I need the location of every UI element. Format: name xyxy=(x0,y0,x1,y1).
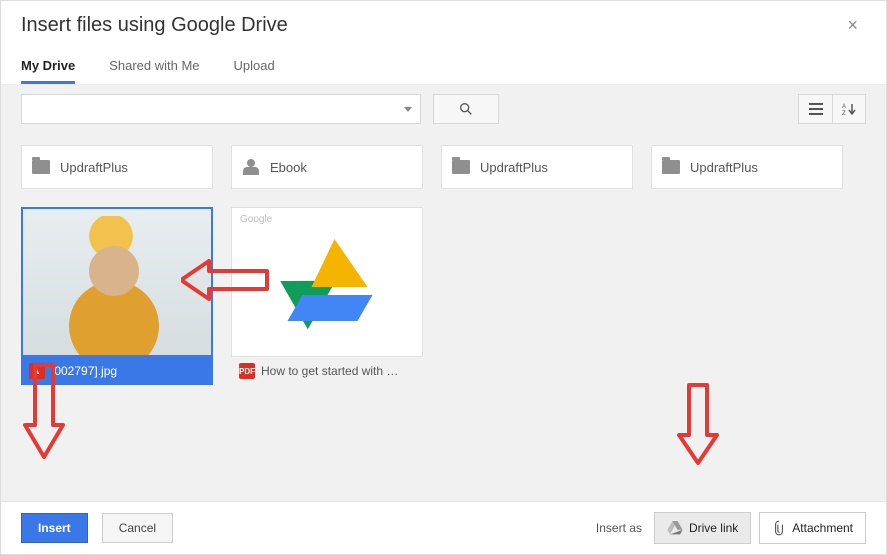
file-label: PDF How to get started with … xyxy=(231,357,423,385)
dialog-footer: Insert Cancel Insert as Drive link Attac… xyxy=(1,501,886,554)
insert-drive-dialog: Insert files using Google Drive × My Dri… xyxy=(0,0,887,555)
search-icon xyxy=(458,101,474,117)
attachment-button[interactable]: Attachment xyxy=(759,512,866,544)
annotation-arrow-down-drivelink xyxy=(673,381,723,467)
folder-card[interactable]: Ebook xyxy=(231,145,423,189)
folder-icon xyxy=(452,160,470,174)
attachment-label: Attachment xyxy=(792,521,853,535)
insert-as-group: Insert as Drive link Attachment xyxy=(596,512,866,544)
tab-upload[interactable]: Upload xyxy=(234,50,275,84)
folder-card[interactable]: UpdraftPlus xyxy=(441,145,633,189)
picker-content: UpdraftPlus Ebook UpdraftPlus UpdraftPlu… xyxy=(1,133,886,501)
list-view-button[interactable] xyxy=(798,94,832,124)
drive-logo-icon xyxy=(277,239,377,325)
search-button[interactable] xyxy=(433,94,499,124)
close-icon[interactable]: × xyxy=(839,11,866,40)
svg-text:Z: Z xyxy=(842,111,846,116)
drive-icon xyxy=(667,521,683,535)
tab-my-drive[interactable]: My Drive xyxy=(21,50,75,84)
folder-icon xyxy=(32,160,50,174)
svg-text:A: A xyxy=(842,104,846,110)
folder-name: UpdraftPlus xyxy=(60,160,128,175)
picker-toolbar: A Z xyxy=(1,85,886,133)
drive-tabs: My Drive Shared with Me Upload xyxy=(1,44,886,85)
image-file-icon: ▲ xyxy=(29,363,45,379)
file-card[interactable]: Google PDF How to get started with … xyxy=(231,207,423,385)
file-name: How to get started with … xyxy=(261,364,398,378)
file-thumbnail xyxy=(21,207,213,357)
file-row: ▲ [002797].jpg Google PDF How to get sta… xyxy=(21,207,866,385)
folder-card[interactable]: UpdraftPlus xyxy=(651,145,843,189)
folder-name: UpdraftPlus xyxy=(480,160,548,175)
tab-shared-with-me[interactable]: Shared with Me xyxy=(109,50,199,84)
drive-link-button[interactable]: Drive link xyxy=(654,512,751,544)
paperclip-icon xyxy=(772,520,786,536)
folder-name: UpdraftPlus xyxy=(690,160,758,175)
folder-card[interactable]: UpdraftPlus xyxy=(21,145,213,189)
pdf-file-icon: PDF xyxy=(239,363,255,379)
folder-name: Ebook xyxy=(270,160,307,175)
file-label: ▲ [002797].jpg xyxy=(21,357,213,385)
cancel-button[interactable]: Cancel xyxy=(102,513,173,543)
list-icon xyxy=(809,102,823,116)
file-thumbnail: Google xyxy=(231,207,423,357)
dialog-title: Insert files using Google Drive xyxy=(21,14,288,37)
dialog-header: Insert files using Google Drive × xyxy=(1,1,886,44)
view-controls: A Z xyxy=(798,94,866,124)
image-placeholder xyxy=(23,209,211,355)
doc-brand: Google xyxy=(240,214,272,225)
folder-icon xyxy=(662,160,680,174)
shared-folder-icon xyxy=(242,159,260,175)
insert-button[interactable]: Insert xyxy=(21,513,88,543)
insert-as-label: Insert as xyxy=(596,521,642,535)
chevron-down-icon xyxy=(404,107,412,112)
folder-row: UpdraftPlus Ebook UpdraftPlus UpdraftPlu… xyxy=(21,145,866,189)
sort-button[interactable]: A Z xyxy=(832,94,866,124)
file-card-selected[interactable]: ▲ [002797].jpg xyxy=(21,207,213,385)
sort-az-icon: A Z xyxy=(842,102,856,116)
drive-link-label: Drive link xyxy=(689,521,738,535)
search-input[interactable] xyxy=(21,94,421,124)
file-name: [002797].jpg xyxy=(51,364,117,378)
